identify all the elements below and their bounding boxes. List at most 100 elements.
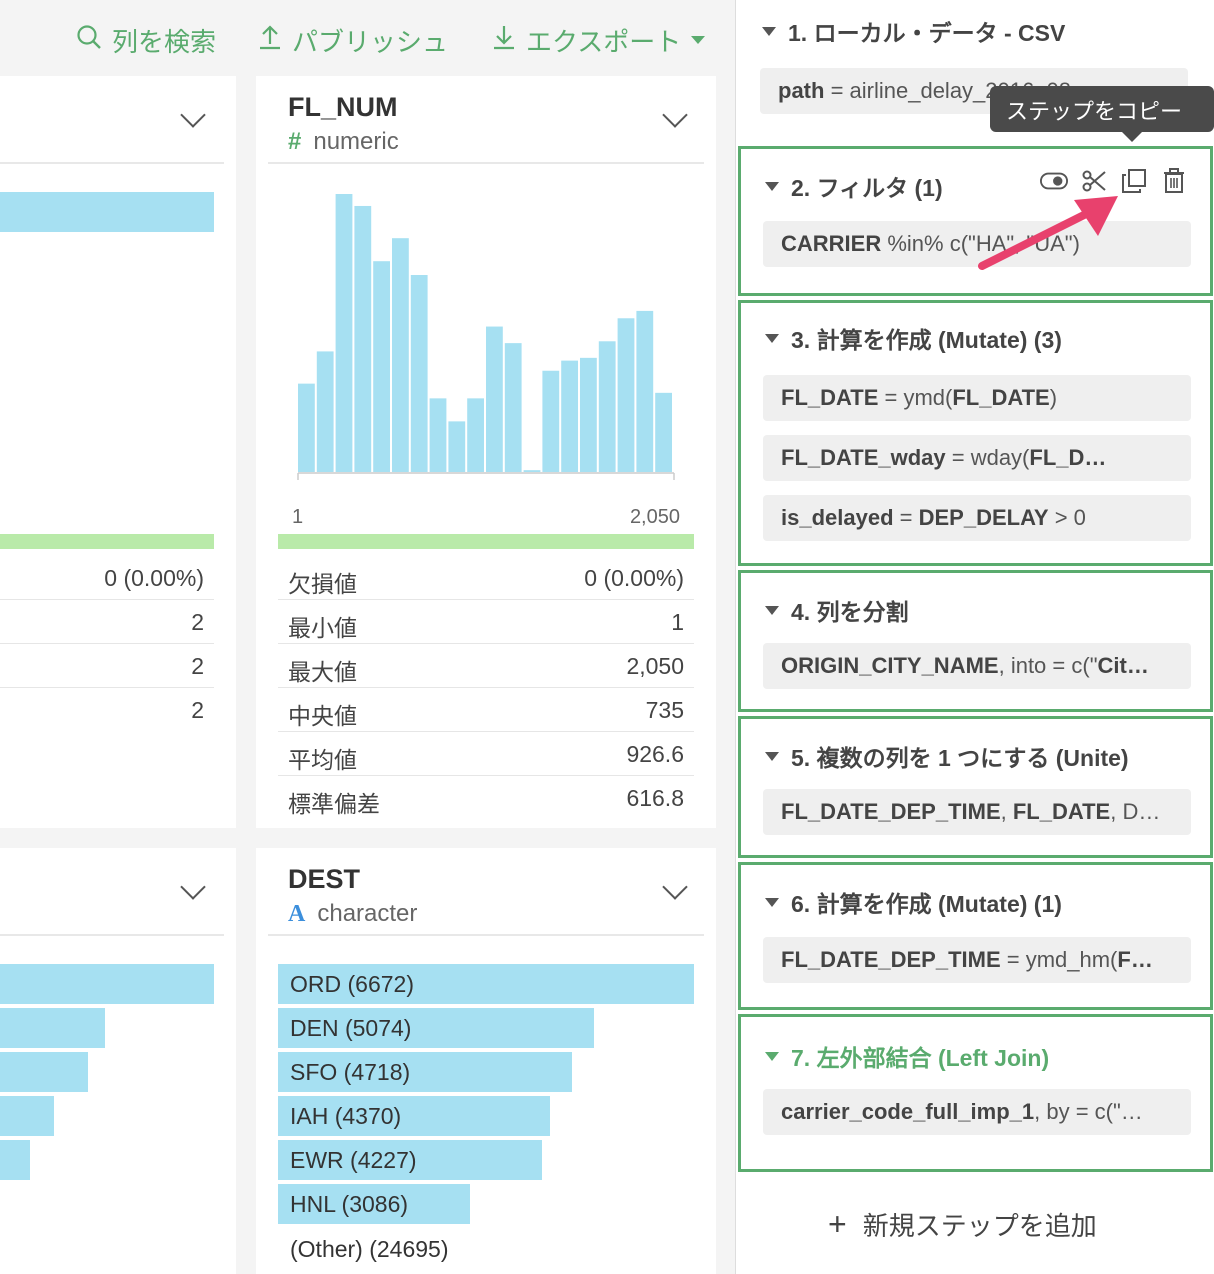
- step-pill[interactable]: ORIGIN_CITY_NAME, into = c("Cit…: [763, 643, 1191, 689]
- add-step-button[interactable]: + 新規ステップを追加: [828, 1206, 1097, 1243]
- value-frequency-bar[interactable]: DEN (5074): [278, 1008, 594, 1048]
- step-title[interactable]: 4. 列を分割: [765, 593, 909, 627]
- stat-value: 735: [645, 697, 684, 723]
- step-title[interactable]: 1. ローカル・データ - CSV: [762, 14, 1065, 48]
- histogram-bar[interactable]: [523, 470, 541, 472]
- publish-label: パブリッシュ: [292, 26, 449, 57]
- step-5[interactable]: 5. 複数の列を 1 つにする (Unite) FL_DATE_DEP_TIME…: [738, 716, 1213, 858]
- value-frequency-bar[interactable]: [0, 1140, 30, 1180]
- stat-row: 2: [191, 697, 204, 723]
- stat-row: 欠損値 0 (0.00%): [278, 556, 694, 600]
- step-pill[interactable]: FL_DATE = ymd(FL_DATE): [763, 375, 1191, 421]
- valid-values-bar: [278, 534, 694, 549]
- collapse-triangle-icon[interactable]: [765, 181, 779, 191]
- column-summary-area: 列を検索 パブリッシュ エクスポート 0 (0.00%) 2 2 2 FL_NU…: [0, 0, 735, 1274]
- collapse-triangle-icon[interactable]: [765, 605, 779, 615]
- step-6[interactable]: 6. 計算を作成 (Mutate) (1) FL_DATE_DEP_TIME =…: [738, 862, 1213, 1010]
- value-frequency-bar[interactable]: [0, 1096, 54, 1136]
- histogram-bar[interactable]: [316, 351, 334, 472]
- value-frequency-bar[interactable]: [0, 1052, 88, 1092]
- step-title[interactable]: 6. 計算を作成 (Mutate) (1): [765, 885, 1062, 919]
- stat-label: 最大値: [288, 659, 357, 685]
- column-card-fl-num: FL_NUM # numeric 1 2,050 欠損値 0 (0.00%) 最小値…: [256, 76, 716, 828]
- stat-label: 欠損値: [288, 571, 357, 597]
- column-type: A character: [288, 900, 417, 928]
- step-pill[interactable]: carrier_code_full_imp_1, by = c("…: [763, 1089, 1191, 1135]
- step-pill[interactable]: is_delayed = DEP_DELAY > 0: [763, 495, 1191, 541]
- stat-value: 616.8: [626, 785, 684, 811]
- search-columns-button[interactable]: 列を検索: [76, 22, 216, 58]
- value-frequency-bar[interactable]: EWR (4227): [278, 1140, 542, 1180]
- stat-row: 2: [0, 600, 214, 644]
- histogram-bar[interactable]: [542, 370, 560, 472]
- download-icon: [492, 24, 516, 57]
- value-frequency-bar[interactable]: ORD (6672): [278, 964, 694, 1004]
- histogram-bar[interactable]: [467, 398, 484, 472]
- step-pill[interactable]: FL_DATE_DEP_TIME, FL_DATE, D…: [763, 789, 1191, 835]
- column-type-label: character: [317, 900, 418, 927]
- histogram-bar[interactable]: [335, 194, 353, 472]
- histogram-bar[interactable]: [598, 341, 616, 472]
- value-frequency-bar[interactable]: HNL (3086): [278, 1184, 470, 1224]
- value-frequency-bar[interactable]: IAH (4370): [278, 1096, 550, 1136]
- step-pill[interactable]: FL_DATE_DEP_TIME = ymd_hm(F…: [763, 937, 1191, 983]
- numeric-type-icon: #: [288, 128, 302, 155]
- plus-icon: +: [828, 1206, 847, 1242]
- value-frequency-label: ORD (6672): [290, 971, 414, 997]
- histogram-bar[interactable]: [373, 261, 390, 472]
- stat-row: 標準偏差 616.8: [278, 776, 694, 820]
- histogram-bar: [0, 192, 214, 232]
- value-frequency-bar[interactable]: [0, 1008, 105, 1048]
- column-name: FL_NUM: [288, 92, 398, 122]
- copy-step-tooltip: ステップをコピー: [990, 86, 1214, 142]
- stat-row: 2: [0, 644, 214, 688]
- stat-value: 1: [671, 609, 684, 635]
- histogram-bar[interactable]: [617, 318, 635, 472]
- step-4[interactable]: 4. 列を分割 ORIGIN_CITY_NAME, into = c("Cit…: [738, 570, 1213, 712]
- column-name: DEST: [288, 864, 361, 894]
- step-pill[interactable]: FL_DATE_wday = wday(FL_D…: [763, 435, 1191, 481]
- value-frequency-bar[interactable]: [0, 964, 214, 1004]
- histogram-bar[interactable]: [410, 275, 428, 472]
- value-frequency-bar[interactable]: SFO (4718): [278, 1052, 572, 1092]
- step-7[interactable]: 7. 左外部結合 (Left Join) carrier_code_full_i…: [738, 1014, 1213, 1172]
- step-title[interactable]: 5. 複数の列を 1 つにする (Unite): [765, 739, 1129, 773]
- histogram-bar[interactable]: [561, 360, 578, 472]
- stat-label: 中央値: [288, 703, 357, 729]
- step-3[interactable]: 3. 計算を作成 (Mutate) (3) FL_DATE = ymd(FL_D…: [738, 300, 1213, 566]
- column-card-partial-bottom: [0, 848, 236, 1274]
- publish-button[interactable]: パブリッシュ: [258, 22, 448, 58]
- histogram-bar[interactable]: [429, 398, 447, 472]
- step-title[interactable]: 3. 計算を作成 (Mutate) (3): [765, 321, 1062, 355]
- histogram-bar[interactable]: [448, 421, 466, 472]
- caret-down-icon: [691, 36, 706, 44]
- histogram-bar[interactable]: [298, 383, 315, 472]
- column-type-label: numeric: [313, 128, 399, 155]
- histogram-bar[interactable]: [354, 205, 372, 472]
- histogram-min-label: 1: [292, 506, 304, 528]
- stat-value: 0 (0.00%): [584, 565, 684, 591]
- column-card-header: FL_NUM # numeric: [268, 76, 704, 164]
- search-columns-label: 列を検索: [112, 26, 217, 57]
- collapse-triangle-icon[interactable]: [765, 751, 779, 761]
- stat-row: 最大値 2,050: [278, 644, 694, 688]
- step-title[interactable]: 2. フィルタ (1): [765, 169, 943, 203]
- collapse-triangle-icon[interactable]: [762, 26, 776, 36]
- collapse-triangle-icon[interactable]: [765, 333, 779, 343]
- histogram-bar[interactable]: [392, 238, 409, 472]
- other-values-label: (Other) (24695): [290, 1236, 449, 1262]
- trash-icon[interactable]: [1160, 167, 1188, 195]
- export-button[interactable]: エクスポート: [492, 22, 706, 58]
- step-title[interactable]: 7. 左外部結合 (Left Join): [765, 1039, 1049, 1073]
- histogram-bar[interactable]: [655, 392, 672, 472]
- histogram-bar[interactable]: [486, 326, 503, 472]
- collapse-triangle-icon[interactable]: [765, 1051, 779, 1061]
- histogram-bar[interactable]: [580, 357, 597, 472]
- pointer-arrow-icon: [978, 196, 1118, 270]
- stat-row: 中央値 735: [278, 688, 694, 732]
- stat-value: 926.6: [626, 741, 684, 767]
- stat-label: 最小値: [288, 615, 357, 641]
- histogram-bar[interactable]: [504, 343, 522, 472]
- histogram-bar[interactable]: [636, 310, 654, 472]
- collapse-triangle-icon[interactable]: [765, 897, 779, 907]
